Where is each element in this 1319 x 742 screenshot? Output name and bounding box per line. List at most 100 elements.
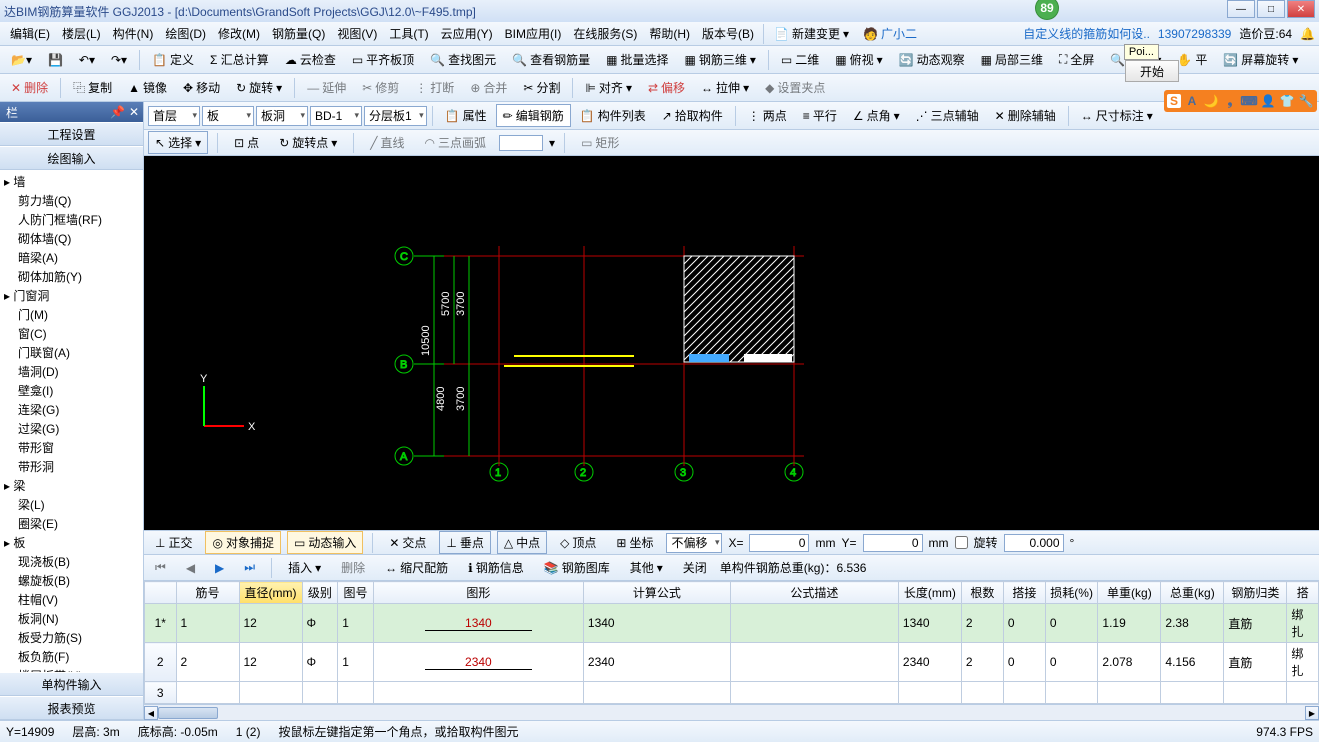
color-swatch[interactable] <box>499 135 543 151</box>
dimension-button[interactable]: ↔尺寸标注▾ <box>1074 104 1160 127</box>
rotate-check[interactable] <box>955 536 968 549</box>
mirror-button[interactable]: ▲镜像 <box>121 76 174 99</box>
table-row[interactable]: 1*112Φ1 1340 134013402001.192.38直筋绑扎 <box>145 604 1319 643</box>
guang-link[interactable]: 🧑广小二 <box>856 22 924 45</box>
y-input[interactable] <box>863 534 923 552</box>
view-rebar-button[interactable]: 🔍查看钢筋量 <box>505 48 597 71</box>
col-lap[interactable]: 搭接 <box>1003 582 1045 604</box>
keyboard-icon[interactable]: ⌨ <box>1241 93 1257 109</box>
open-button[interactable]: 📂▾ <box>4 50 39 70</box>
bell-icon[interactable]: 🔔 <box>1300 27 1315 41</box>
rect-button[interactable]: ▭矩形 <box>574 131 626 154</box>
scroll-left[interactable]: ◀ <box>144 706 158 720</box>
insert-row-button[interactable]: 插入▾ <box>281 556 328 579</box>
menu-edit[interactable]: 编辑(E) <box>4 25 56 42</box>
tree-item[interactable]: 窗(C) <box>2 324 141 343</box>
moon-icon[interactable]: 🌙 <box>1203 93 1219 109</box>
tree-item[interactable]: 人防门框墙(RF) <box>2 210 141 229</box>
tree-item[interactable]: 砌体墙(Q) <box>2 229 141 248</box>
stretch-button[interactable]: ↔拉伸▾ <box>694 76 756 99</box>
menu-online[interactable]: 在线服务(S) <box>567 25 643 42</box>
col-level[interactable]: 级别 <box>302 582 338 604</box>
delete-row-button[interactable]: 删除 <box>334 556 372 579</box>
tree-item[interactable]: 柱帽(V) <box>2 590 141 609</box>
component-tree[interactable]: ▸ 墙 剪力墙(Q) 人防门框墙(RF) 砌体墙(Q) 暗梁(A) 砌体加筋(Y… <box>0 170 143 672</box>
id-select[interactable]: BD-1 <box>310 106 362 126</box>
rotate-input[interactable] <box>1004 534 1064 552</box>
col-loss[interactable]: 损耗(%) <box>1045 582 1098 604</box>
rebar-info-button[interactable]: ℹ钢筋信息 <box>461 556 531 579</box>
tree-item[interactable]: 暗梁(A) <box>2 248 141 267</box>
rotate-button[interactable]: ↻旋转▾ <box>229 76 289 99</box>
col-count[interactable]: 根数 <box>961 582 1003 604</box>
close-panel-icon[interactable]: ✕ <box>129 105 139 119</box>
minimize-button[interactable]: — <box>1227 0 1255 18</box>
col-tw[interactable]: 总重(kg) <box>1161 582 1224 604</box>
notification-badge[interactable]: 89 <box>1035 0 1059 20</box>
tree-item[interactable]: 带形窗 <box>2 438 141 457</box>
trim-button[interactable]: ✂修剪 <box>355 76 406 99</box>
comma-icon[interactable]: ❟ <box>1222 93 1238 109</box>
perp-snap[interactable]: ⊥垂点 <box>439 531 490 554</box>
ortho-toggle[interactable]: ⊥正交 <box>148 531 199 554</box>
two-point-button[interactable]: ⋮两点 <box>741 104 794 127</box>
menu-rebar[interactable]: 钢筋量(Q) <box>266 25 331 42</box>
merge-button[interactable]: ⊕合并 <box>463 76 514 99</box>
tree-item[interactable]: 板洞(N) <box>2 609 141 628</box>
layer-select[interactable]: 分层板1 <box>364 106 427 126</box>
start-button[interactable]: 开始 <box>1125 60 1179 82</box>
tree-group-slab[interactable]: ▸ 板 <box>2 533 141 552</box>
list-button[interactable]: 📋构件列表 <box>573 104 653 127</box>
col-shape[interactable]: 图形 <box>373 582 583 604</box>
view-2d-button[interactable]: ▭二维 <box>774 48 826 71</box>
tree-item[interactable]: 壁龛(I) <box>2 381 141 400</box>
break-button[interactable]: ⋮打断 <box>408 76 461 99</box>
section-single[interactable]: 单构件输入 <box>0 672 143 696</box>
user-icon[interactable]: 👤 <box>1260 93 1276 109</box>
cloud-check-button[interactable]: ☁云检查 <box>278 48 343 71</box>
col-fig[interactable]: 图号 <box>338 582 374 604</box>
tree-item[interactable]: 连梁(G) <box>2 400 141 419</box>
s-icon[interactable]: S <box>1167 94 1181 108</box>
menu-bim[interactable]: BIM应用(I) <box>499 25 568 42</box>
angle-button[interactable]: ∠点角▾ <box>846 104 907 127</box>
menu-version[interactable]: 版本号(B) <box>696 25 760 42</box>
tree-item[interactable]: 门联窗(A) <box>2 343 141 362</box>
floor-select[interactable]: 首层 <box>148 106 200 126</box>
delete-axis-button[interactable]: ✕删除辅轴 <box>988 104 1063 127</box>
pick-button[interactable]: ↗拾取构件 <box>655 104 730 127</box>
line-button[interactable]: ╱直线 <box>363 131 411 154</box>
menu-help[interactable]: 帮助(H) <box>643 25 696 42</box>
osnap-toggle[interactable]: ◎对象捕捉 <box>205 531 281 554</box>
move-button[interactable]: ✥移动 <box>176 76 227 99</box>
phone-label[interactable]: 13907298339 <box>1158 27 1231 41</box>
top-view-button[interactable]: ▦俯视▾ <box>828 48 889 71</box>
attr-button[interactable]: 📋属性 <box>438 104 494 127</box>
tree-group-opening[interactable]: ▸ 门窗洞 <box>2 286 141 305</box>
custom-link[interactable]: 自定义线的箍筋如何设.. <box>1023 25 1150 42</box>
arc-button[interactable]: ◠三点画弧 <box>418 131 494 154</box>
copy-button[interactable]: ⿻复制 <box>66 76 119 99</box>
tree-item[interactable]: 现浇板(B) <box>2 552 141 571</box>
tree-item[interactable]: 板负筋(F) <box>2 647 141 666</box>
rotate-point-button[interactable]: ↻旋转点▾ <box>272 131 344 154</box>
col-cat[interactable]: 钢筋归类 <box>1224 582 1287 604</box>
section-project[interactable]: 工程设置 <box>0 122 143 146</box>
tree-group-wall[interactable]: ▸ 墙 <box>2 172 141 191</box>
rebar-3d-button[interactable]: ▦钢筋三维▾ <box>677 48 762 71</box>
menu-modify[interactable]: 修改(M) <box>212 25 266 42</box>
edit-rebar-button[interactable]: ✏编辑钢筋 <box>496 104 571 127</box>
tree-group-beam[interactable]: ▸ 梁 <box>2 476 141 495</box>
screen-rotate-button[interactable]: 🔄屏幕旋转▾ <box>1216 48 1305 71</box>
split-button[interactable]: ✂分割 <box>516 76 567 99</box>
tree-item[interactable]: 螺旋板(B) <box>2 571 141 590</box>
wrench-icon[interactable]: 🔧 <box>1298 93 1314 109</box>
nav-last[interactable]: ⏭ <box>237 557 262 578</box>
col-desc[interactable]: 公式描述 <box>730 582 898 604</box>
subtype-select[interactable]: 板洞 <box>256 106 308 126</box>
nav-first[interactable]: ⏮ <box>148 557 173 578</box>
find-element-button[interactable]: 🔍查找图元 <box>423 48 503 71</box>
sum-button[interactable]: Σ 汇总计算 <box>203 48 276 71</box>
scale-button[interactable]: ↔缩尺配筋 <box>378 556 455 579</box>
align-button[interactable]: ⊫对齐▾ <box>578 76 639 99</box>
